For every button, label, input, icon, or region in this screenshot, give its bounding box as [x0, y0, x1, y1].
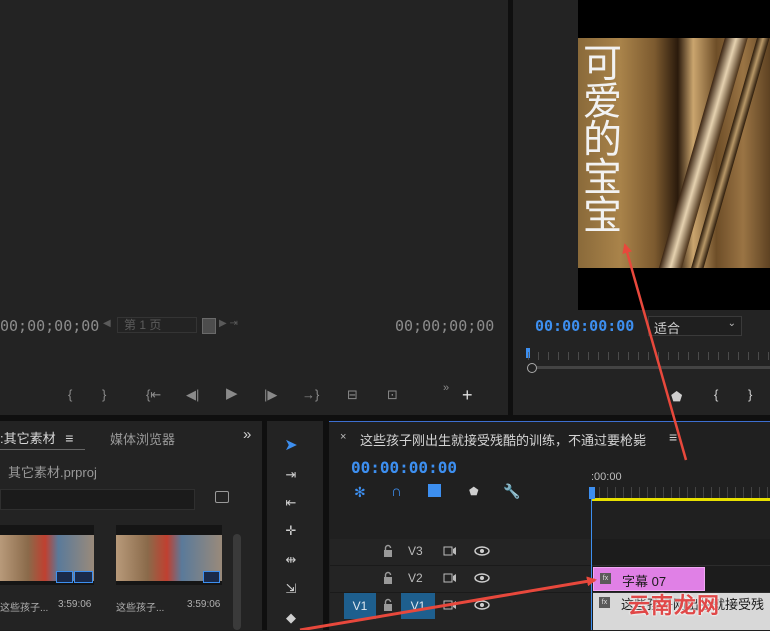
slip-icon[interactable]: ⇲ [280, 580, 302, 598]
fit-select-label: 适合 [654, 321, 681, 336]
go-to-in-icon[interactable]: {⇤ [146, 387, 161, 403]
toggle-sync-icon[interactable] [443, 599, 457, 611]
lock-icon[interactable] [383, 571, 393, 585]
overwrite-icon[interactable]: ⊡ [387, 387, 398, 403]
go-to-out-icon[interactable]: →} [302, 387, 319, 403]
fx-icon: fx [600, 573, 611, 584]
close-icon[interactable]: × [340, 431, 346, 443]
clip-thumbnail[interactable] [0, 525, 94, 585]
program-mark-in-icon[interactable]: { [714, 387, 718, 403]
clip-name: 这些孩子... [0, 603, 49, 614]
page-label[interactable]: 第 1 页 [117, 317, 197, 333]
page-nav[interactable]: ◀ 第 1 页 ▶ ⇥ [103, 317, 243, 334]
program-mark-out-icon[interactable]: } [748, 387, 752, 403]
play-icon[interactable]: ▶ [226, 386, 238, 402]
work-area-bar[interactable] [591, 498, 770, 501]
lock-icon[interactable] [383, 544, 393, 558]
zoom-handle-icon[interactable] [527, 363, 537, 373]
eye-icon[interactable] [474, 600, 490, 610]
add-marker-icon[interactable]: ⬟ [671, 389, 682, 405]
page-stepper-icon[interactable] [202, 318, 216, 334]
rate-stretch-icon[interactable]: ⇹ [280, 551, 302, 569]
step-forward-icon[interactable]: |▶ [264, 387, 277, 403]
chevron-down-icon: ⌄ [727, 318, 736, 329]
search-icon[interactable] [215, 491, 229, 503]
timeline-timecode[interactable]: 00:00:00:00 [351, 458, 457, 477]
track-target-v1[interactable]: V1 [401, 593, 435, 619]
clip-duration: 3:59:06 [58, 599, 92, 610]
program-ruler[interactable] [528, 352, 770, 360]
mark-out-icon[interactable]: } [102, 387, 106, 403]
sequence-menu-icon[interactable]: ≡ [669, 429, 677, 445]
page-next-icon[interactable]: ▶ ⇥ [219, 318, 238, 329]
selection-tool-icon[interactable]: ➤ [280, 437, 302, 455]
source-monitor [0, 0, 508, 415]
track-header-v1[interactable]: V1 V1 [330, 593, 591, 631]
toggle-sync-icon[interactable] [443, 545, 457, 557]
tab-underline [0, 449, 85, 450]
clip-badge-icon [203, 571, 220, 583]
tab-project-label: :其它素材 [0, 431, 56, 446]
program-zoom-bar[interactable] [528, 366, 770, 369]
tab-project[interactable]: :其它素材 ≡ [0, 428, 73, 448]
razor-icon[interactable]: ◆ [280, 609, 302, 627]
mark-in-icon[interactable]: { [68, 387, 72, 403]
lock-icon[interactable] [383, 598, 393, 612]
track-lane-v3[interactable] [592, 539, 770, 566]
fit-select[interactable]: 适合 ⌄ [648, 316, 742, 336]
watermark-logo: 云南龙网 [628, 593, 721, 618]
search-input[interactable] [0, 489, 195, 510]
clip-thumbnail[interactable] [116, 525, 222, 585]
track-header-v2[interactable]: V2 [330, 566, 591, 593]
track-name: V3 [408, 544, 423, 558]
source-patch-v1[interactable]: V1 [344, 593, 376, 619]
program-caption: 可爱的宝宝 [583, 42, 623, 239]
track-select-icon[interactable]: ⇥ [280, 466, 302, 484]
program-timecode[interactable]: 00:00:00:00 [535, 317, 634, 335]
clip-name: 这些孩子... [116, 603, 165, 614]
nest-icon[interactable]: ✻ [354, 484, 366, 501]
ruler-start-label: :00:00 [591, 471, 622, 483]
linked-selection-icon[interactable] [428, 484, 441, 497]
page-prev-icon[interactable]: ◀ [103, 318, 111, 329]
snap-icon[interactable]: ∩ [391, 483, 402, 500]
eye-icon[interactable] [474, 546, 490, 556]
clip-badge-icon [56, 571, 73, 583]
track-name: V2 [408, 571, 423, 585]
step-back-icon[interactable]: ◀| [186, 387, 199, 403]
clip-audio-icon [74, 571, 93, 583]
tab-menu-icon[interactable]: ≡ [65, 430, 73, 446]
project-file-name: 其它素材.prproj [8, 465, 97, 480]
more-icon[interactable]: » [443, 380, 449, 396]
wrench-icon[interactable]: 🔧 [503, 483, 520, 500]
fx-icon: fx [599, 597, 610, 608]
toggle-sync-icon[interactable] [443, 572, 457, 584]
source-timecode-out[interactable]: 00;00;00;00 [395, 317, 494, 335]
track-header-v3[interactable]: V3 [330, 539, 591, 566]
insert-icon[interactable]: ⊟ [347, 387, 358, 403]
rolling-edit-icon[interactable]: ✛ [280, 522, 302, 540]
panel-overflow-icon[interactable]: » [243, 426, 251, 443]
add-button-icon[interactable]: + [462, 386, 473, 404]
tab-media-browser[interactable]: 媒体浏览器 [110, 429, 175, 448]
sequence-title[interactable]: 这些孩子刚出生就接受残酷的训练，不通过要枪毙 [360, 430, 646, 449]
timeline-marker-icon[interactable]: ⬟ [469, 485, 479, 498]
playhead-icon[interactable] [589, 487, 595, 499]
clip-duration: 3:59:06 [187, 599, 221, 610]
ripple-edit-icon[interactable]: ⇤ [280, 494, 302, 512]
source-timecode-in[interactable]: 00;00;00;00 [0, 317, 99, 335]
eye-icon[interactable] [474, 573, 490, 583]
bin-scrollbar[interactable] [233, 534, 241, 630]
